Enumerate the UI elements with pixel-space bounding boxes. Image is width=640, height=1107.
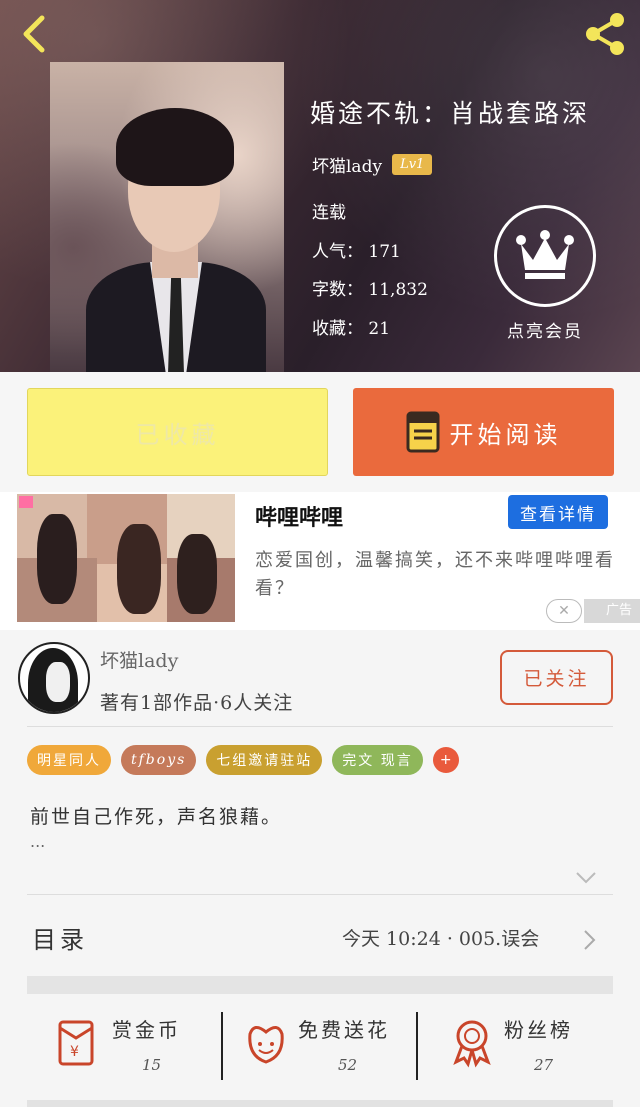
free-flowers-count: 52 [338, 1056, 358, 1074]
ad-label: 广告 [583, 599, 640, 623]
red-envelope-icon: ¥ [58, 1020, 94, 1066]
book-info-section: 坏猫lady 著有1部作品·6人关注 已关注 明星同人 tfboys 七组邀请驻… [0, 630, 640, 1107]
share-button[interactable] [580, 12, 630, 56]
ad-details-button[interactable]: 查看详情 [508, 495, 608, 529]
book-cover[interactable] [50, 62, 284, 372]
medal-icon [453, 1020, 491, 1068]
follow-button[interactable]: 已关注 [500, 650, 613, 705]
tag-item[interactable]: tfboys [121, 745, 197, 775]
ad-image[interactable] [17, 494, 235, 622]
flower-icon [248, 1026, 284, 1064]
ad-description: 恋爱国创，温馨搞笑，还不来哔哩哔哩看看？ [255, 550, 615, 599]
book-header: 婚途不轨：肖战套路深 坏猫lady Lv1 连载 人气： 171 字数： 11,… [0, 0, 640, 372]
back-arrow-icon [23, 15, 45, 53]
free-flowers-label: 免费送花 [298, 1018, 390, 1042]
divider [416, 1012, 418, 1080]
chevron-right-icon[interactable] [582, 928, 598, 952]
svg-text:¥: ¥ [70, 1044, 79, 1060]
tag-item[interactable]: 明星同人 [27, 745, 111, 775]
tag-item[interactable]: 七组邀请驻站 [206, 745, 323, 775]
toc-title[interactable]: 目录 [32, 920, 88, 955]
close-icon[interactable]: ✕ [545, 599, 582, 623]
collection-stat: 收藏： 21 [312, 318, 391, 339]
book-stats: 连载 人气： 171 字数： 11,832 收藏： 21 [312, 200, 428, 354]
bottom-stats: ¥ 赏金币 15 免费送花 52 粉丝榜 27 [0, 1008, 640, 1088]
divider [27, 894, 613, 895]
popularity-stat: 人气： 171 [312, 241, 401, 262]
summary-ellipsis: ... [30, 832, 46, 851]
vip-button[interactable]: 点亮会员 [490, 205, 600, 342]
book-summary: 前世自己作死，声名狼藉。 [30, 806, 283, 828]
bottom-separator [27, 1100, 613, 1107]
divider [221, 1012, 223, 1080]
ad-banner[interactable]: 哔哩哔哩 查看详情 恋爱国创，温馨搞笑，还不来哔哩哔哩看看？ ✕ 广告 [0, 492, 640, 630]
fan-ranking-label: 粉丝榜 [504, 1018, 573, 1042]
fan-ranking-count: 27 [534, 1056, 554, 1074]
back-button[interactable] [14, 12, 58, 56]
fan-ranking-button[interactable]: 粉丝榜 27 [446, 1008, 596, 1088]
word-count-stat: 字数： 11,832 [312, 280, 428, 300]
collected-button[interactable]: 已收藏 [27, 388, 328, 476]
share-icon [586, 13, 624, 55]
ad-tag: ✕ 广告 [545, 599, 640, 623]
more-tags-button[interactable]: + [432, 747, 459, 773]
vip-label: 点亮会员 [507, 322, 583, 342]
free-flowers-button[interactable]: 免费送花 52 [240, 1008, 410, 1088]
start-reading-label: 开始阅读 [449, 420, 562, 449]
author-meta: 著有1部作品·6人关注 [100, 692, 294, 714]
author-name[interactable]: 坏猫lady [312, 152, 382, 177]
book-title: 婚途不轨：肖战套路深 [310, 99, 591, 128]
status-text: 连载 [312, 203, 346, 223]
crown-icon [494, 205, 596, 307]
start-reading-button[interactable]: 开始阅读 [353, 388, 614, 476]
avatar[interactable] [18, 642, 90, 714]
divider [27, 726, 613, 727]
book-icon [406, 411, 439, 453]
author-row: 坏猫lady Lv1 [312, 152, 433, 177]
book-detail-page: 婚途不轨：肖战套路深 坏猫lady Lv1 连载 人气： 171 字数： 11,… [0, 0, 640, 1107]
author-name-secondary[interactable]: 坏猫lady [100, 646, 178, 673]
tag-list: 明星同人 tfboys 七组邀请驻站 完文 现言 + [27, 745, 459, 775]
reward-coins-button[interactable]: ¥ 赏金币 15 [54, 1008, 204, 1088]
reward-coins-label: 赏金币 [112, 1018, 181, 1042]
level-badge: Lv1 [392, 154, 433, 175]
action-bar: 已收藏 开始阅读 [0, 372, 640, 492]
ad-title: 哔哩哔哩 [255, 505, 344, 531]
chevron-down-icon[interactable] [574, 870, 598, 886]
tag-item[interactable]: 完文 现言 [332, 745, 423, 775]
reward-coins-count: 15 [142, 1056, 162, 1074]
toc-latest-chapter[interactable]: 今天 10:24 · 005.误会 [342, 924, 539, 951]
section-separator [27, 976, 613, 994]
